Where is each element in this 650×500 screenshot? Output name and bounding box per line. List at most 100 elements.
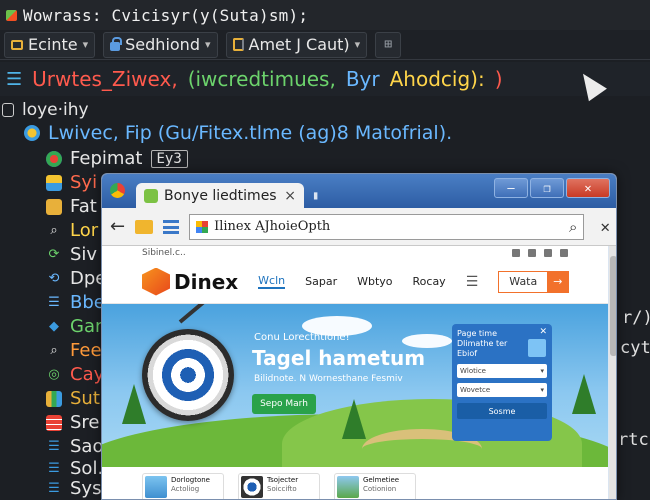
app-icon bbox=[6, 9, 17, 21]
tree-item[interactable]: Syi bbox=[46, 172, 97, 193]
form-submit-button[interactable]: Sosme bbox=[457, 403, 547, 419]
favicon-icon bbox=[144, 189, 158, 203]
nav-link[interactable]: Wbtyo bbox=[357, 275, 392, 288]
tree-item-label: Fee bbox=[70, 340, 102, 361]
folder-icon[interactable] bbox=[135, 219, 154, 234]
tree-item[interactable]: ⟲ Dpe bbox=[46, 268, 107, 289]
tree-item[interactable]: ◆ Gan bbox=[46, 316, 106, 337]
address-bar: ← Ilinex AJhoieOpth ⌕ ✕ bbox=[102, 208, 616, 246]
table-icon bbox=[46, 414, 62, 431]
brand-name: Dinex bbox=[174, 269, 239, 294]
form-field[interactable]: Wovetce ▾ bbox=[457, 383, 547, 397]
tree-item[interactable]: ⌕ Lor bbox=[46, 220, 98, 241]
card-subtitle: Actoliog bbox=[171, 485, 200, 493]
browser-titlebar: Bonye liedtimes × ▮ — ❐ ✕ bbox=[102, 174, 616, 209]
close-button[interactable]: ✕ bbox=[566, 178, 610, 198]
image-icon bbox=[46, 174, 62, 191]
nav-link[interactable]: Wcln bbox=[258, 274, 286, 289]
tree-item-label: Bbe bbox=[70, 292, 105, 313]
tag-icon: ◆ bbox=[49, 319, 59, 334]
code-fragment: cyt) bbox=[620, 338, 650, 358]
command-part-4: Ahodcig): bbox=[389, 67, 485, 91]
social-icon[interactable] bbox=[544, 249, 552, 257]
feature-card[interactable]: Dorlogtone Actoliog bbox=[142, 473, 224, 499]
browser-logo-icon bbox=[110, 183, 125, 198]
page-viewport: Sibinel.c.. Dinex Wcln Sapar Wbtyo Rocay… bbox=[102, 246, 608, 499]
card-title: Gelmetiee bbox=[363, 476, 400, 484]
signup-form: ✕ Page time Dlimathe ter Ebiof Wlotice ▾… bbox=[452, 324, 552, 441]
tree-item-first[interactable]: Fepimat Ey3 bbox=[46, 148, 188, 169]
tree-item[interactable]: ☰ Sol. bbox=[46, 458, 103, 479]
chart-icon bbox=[46, 390, 62, 407]
form-field-label: Wovetce bbox=[460, 386, 491, 394]
toolbar-dropdown-3-label: Amet J Caut) bbox=[248, 35, 350, 54]
minimize-button[interactable]: — bbox=[494, 178, 528, 198]
hero-kicker: Conu Lorecthtione! bbox=[254, 332, 350, 343]
chevron-down-icon: ▾ bbox=[204, 38, 211, 51]
restore-button[interactable]: ❐ bbox=[530, 178, 564, 198]
social-icon[interactable] bbox=[512, 249, 520, 257]
chevron-down-icon: ▾ bbox=[354, 38, 361, 51]
feature-card[interactable]: Tsojecter Soiccifto bbox=[238, 473, 320, 499]
site-topbar-text: Sibinel.c.. bbox=[142, 248, 186, 258]
tree-item[interactable]: ☰ Sao bbox=[46, 436, 103, 457]
tree-item[interactable]: Sut bbox=[46, 388, 100, 409]
social-icon[interactable] bbox=[560, 249, 568, 257]
list-icon: ☰ bbox=[48, 295, 60, 310]
command-line[interactable]: ☰ Urwtes_Ziwex, (iwcredtimues, Byr Ahodc… bbox=[0, 62, 650, 96]
tree-item-label: Siv bbox=[70, 244, 98, 265]
feature-card[interactable]: Gelmetiee Cotionion bbox=[334, 473, 416, 499]
list-icon: ☰ bbox=[48, 481, 60, 496]
close-icon[interactable]: ✕ bbox=[600, 217, 610, 236]
nav-cta-button[interactable]: Wata → bbox=[498, 270, 570, 293]
list-icon[interactable] bbox=[163, 219, 180, 234]
toolbar-dropdown-1[interactable]: Ecinte ▾ bbox=[4, 31, 96, 58]
window-titlebar: Wowrass: Cvicisyr(y(Suta)sm); bbox=[0, 0, 650, 30]
tree-root[interactable]: loye·ihy bbox=[2, 100, 89, 120]
hero-button[interactable]: Sepo Marh bbox=[252, 394, 316, 414]
nav-cta-label: Wata bbox=[509, 274, 538, 288]
new-tab-icon[interactable]: ▮ bbox=[312, 188, 319, 202]
window-controls: — ❐ ✕ bbox=[494, 178, 610, 198]
search-icon: ⌕ bbox=[50, 343, 58, 358]
tab-close-icon[interactable]: × bbox=[284, 188, 296, 204]
nav-link[interactable]: Sapar bbox=[305, 275, 337, 288]
site-icon bbox=[196, 220, 209, 233]
tree-item[interactable]: ◎ Cay bbox=[46, 364, 104, 385]
tree-decoration bbox=[342, 399, 366, 439]
nav-link[interactable]: Rocay bbox=[413, 275, 446, 288]
hero-banner: Conu Lorecthtione! Tagel hametum Bilidno… bbox=[102, 304, 608, 467]
tree-item[interactable]: ⟳ Siv bbox=[46, 244, 98, 265]
grid-button[interactable]: ⊞ bbox=[375, 31, 402, 58]
card-subtitle: Soiccifto bbox=[267, 485, 297, 493]
toolbar-dropdown-3[interactable]: Amet J Caut) ▾ bbox=[225, 31, 368, 58]
search-icon[interactable]: ⌕ bbox=[569, 218, 577, 236]
code-fragment: r/) bbox=[622, 308, 650, 328]
form-field[interactable]: Wlotice ▾ bbox=[457, 364, 547, 378]
toolbar-dropdown-2[interactable]: Sedhiond ▾ bbox=[103, 31, 218, 58]
browser-window: Bonye liedtimes × ▮ — ❐ ✕ ← Ilinex AJhoi… bbox=[101, 173, 617, 500]
url-input[interactable]: Ilinex AJhoieOpth ⌕ bbox=[189, 213, 585, 240]
tree-item[interactable]: Fat bbox=[46, 196, 97, 217]
tree-item-badge: Ey3 bbox=[150, 149, 188, 168]
close-icon[interactable]: ✕ bbox=[539, 327, 547, 337]
vertical-scrollbar[interactable] bbox=[609, 246, 616, 499]
tree-item-label: Fepimat bbox=[70, 148, 143, 169]
tree-item[interactable]: ⌕ Fee bbox=[46, 340, 102, 361]
browser-tab[interactable]: Bonye liedtimes × bbox=[136, 183, 304, 209]
tree-project[interactable]: Lwivec, Fip (Gu/Fitex.tlme (ag)8 Matofri… bbox=[24, 122, 452, 144]
list-icon: ☰ bbox=[48, 439, 60, 454]
tree-item[interactable]: ☰ Sys bbox=[46, 478, 101, 499]
feature-cards: Dorlogtone Actoliog Tsojecter Soiccifto … bbox=[102, 467, 608, 499]
back-arrow-icon[interactable]: ← bbox=[110, 216, 125, 237]
tree-item[interactable]: ☰ Bbe bbox=[46, 292, 105, 313]
refresh-icon: ⟳ bbox=[48, 247, 60, 262]
menu-icon[interactable]: ☰ bbox=[466, 274, 479, 290]
card-title: Dorlogtone bbox=[171, 476, 210, 484]
grid-icon: ⊞ bbox=[384, 37, 393, 52]
social-icon[interactable] bbox=[528, 249, 536, 257]
site-logo[interactable]: Dinex bbox=[142, 267, 239, 296]
tree-item-label: Sol. bbox=[70, 458, 104, 479]
scrollbar-thumb[interactable] bbox=[610, 256, 616, 356]
tree-item[interactable]: Sre bbox=[46, 412, 100, 433]
